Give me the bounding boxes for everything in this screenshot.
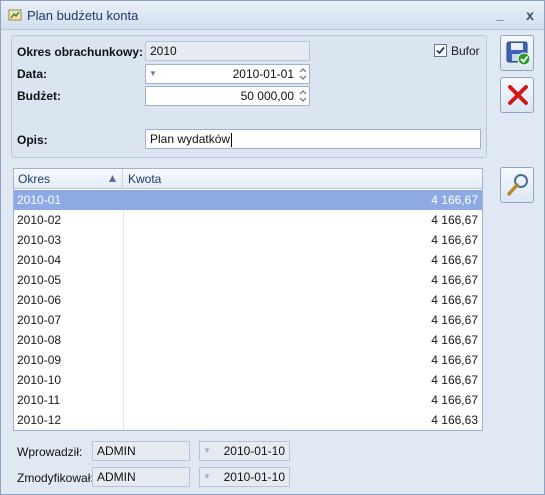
cell-kwota: 4 166,67 [431, 333, 478, 347]
zmodyfikowal-user: ADMIN [97, 470, 136, 484]
data-date-picker[interactable]: ▼ 2010-01-01 [145, 64, 310, 84]
save-icon [506, 41, 531, 66]
opis-value: Plan wydatków [150, 132, 231, 146]
opis-label: Opis: [17, 133, 48, 147]
window-title: Plan budżetu konta [27, 8, 139, 23]
cell-kwota: 4 166,67 [431, 273, 478, 287]
cell-okres: 2010-01 [14, 190, 124, 210]
chevron-down-icon: ▼ [203, 472, 211, 481]
budzet-value: 50 000,00 [240, 89, 294, 103]
table-row[interactable]: 2010-02 4 166,67 [14, 210, 482, 230]
table-header: Okres Kwota [14, 169, 482, 189]
cell-okres: 2010-11 [14, 390, 124, 410]
cell-okres: 2010-07 [14, 310, 124, 330]
wprowadzil-date: 2010-01-10 [223, 444, 285, 458]
header-panel: Okres obrachunkowy: 2010 Bufor Data: ▼ 2… [11, 35, 487, 158]
table-row[interactable]: 2010-05 4 166,67 [14, 270, 482, 290]
cell-okres: 2010-08 [14, 330, 124, 350]
cell-okres: 2010-10 [14, 370, 124, 390]
table-row[interactable]: 2010-04 4 166,67 [14, 250, 482, 270]
column-header-kwota[interactable]: Kwota [124, 169, 482, 189]
cell-kwota: 4 166,67 [431, 193, 478, 207]
table-row[interactable]: 2010-08 4 166,67 [14, 330, 482, 350]
wprowadzil-label: Wprowadził: [17, 445, 83, 459]
save-button[interactable] [500, 35, 534, 71]
cell-okres: 2010-02 [14, 210, 124, 230]
column-header-okres[interactable]: Okres [14, 169, 123, 189]
zmodyfikowal-label: Zmodyfikował: [17, 471, 94, 485]
cell-kwota: 4 166,67 [431, 253, 478, 267]
magnifier-icon [507, 174, 528, 196]
sort-ascending-icon [109, 175, 116, 182]
chevron-down-icon[interactable]: ▼ [149, 65, 159, 83]
opis-input[interactable]: Plan wydatków [145, 129, 481, 149]
cell-kwota: 4 166,67 [431, 293, 478, 307]
budget-periods-table[interactable]: Okres Kwota 2010-01 4 166,67 2010-02 4 166,… [13, 168, 483, 431]
budzet-input[interactable]: 50 000,00 [145, 86, 310, 106]
bufor-label: Bufor [451, 44, 480, 58]
okres-field: 2010 [145, 41, 310, 61]
cell-okres: 2010-12 [14, 410, 124, 430]
wprowadzil-user-field: ADMIN [92, 441, 190, 461]
zmodyfikowal-user-field: ADMIN [92, 467, 190, 487]
table-row[interactable]: 2010-06 4 166,67 [14, 290, 482, 310]
cell-kwota: 4 166,63 [431, 413, 478, 427]
budzet-spin-icon[interactable] [298, 88, 308, 104]
cell-okres: 2010-06 [14, 290, 124, 310]
bufor-check-icon [434, 44, 447, 57]
minimize-button[interactable]: _ [490, 6, 510, 24]
table-row[interactable]: 2010-11 4 166,67 [14, 390, 482, 410]
table-row[interactable]: 2010-03 4 166,67 [14, 230, 482, 250]
okres-value: 2010 [150, 44, 177, 58]
column-kwota-label: Kwota [128, 172, 162, 186]
okres-label: Okres obrachunkowy: [17, 45, 144, 59]
table-row[interactable]: 2010-09 4 166,67 [14, 350, 482, 370]
data-value: 2010-01-01 [232, 67, 294, 81]
text-caret [231, 132, 233, 147]
column-okres-label: Okres [18, 172, 51, 186]
title-bar[interactable]: Plan budżetu konta _ x [1, 1, 544, 30]
chevron-down-icon: ▼ [203, 446, 211, 455]
cell-kwota: 4 166,67 [431, 233, 478, 247]
data-spin-icon[interactable] [298, 66, 308, 82]
data-label: Data: [17, 67, 48, 81]
cell-kwota: 4 166,67 [431, 393, 478, 407]
cell-kwota: 4 166,67 [431, 313, 478, 327]
table-row[interactable]: 2010-10 4 166,67 [14, 370, 482, 390]
cell-kwota: 4 166,67 [431, 373, 478, 387]
budzet-label: Budżet: [17, 89, 61, 103]
zmodyfikowal-date: 2010-01-10 [223, 470, 285, 484]
table-row[interactable]: 2010-01 4 166,67 [14, 190, 482, 210]
wprowadzil-date-field: ▼ 2010-01-10 [199, 441, 290, 461]
cell-okres: 2010-09 [14, 350, 124, 370]
app-icon [8, 8, 22, 22]
close-window-button[interactable]: x [520, 6, 540, 24]
wprowadzil-user: ADMIN [97, 444, 136, 458]
table-row[interactable]: 2010-07 4 166,67 [14, 310, 482, 330]
table-body: 2010-01 4 166,67 2010-02 4 166,67 2010-03 4 1… [14, 190, 482, 430]
preview-button[interactable] [500, 167, 534, 203]
cell-okres: 2010-03 [14, 230, 124, 250]
table-row[interactable]: 2010-12 4 166,63 [14, 410, 482, 430]
cell-kwota: 4 166,67 [431, 353, 478, 367]
zmodyfikowal-date-field: ▼ 2010-01-10 [199, 467, 290, 487]
cell-okres: 2010-04 [14, 250, 124, 270]
cell-kwota: 4 166,67 [431, 213, 478, 227]
cell-okres: 2010-05 [14, 270, 124, 290]
cancel-button[interactable] [500, 77, 534, 113]
budget-plan-window: Plan budżetu konta _ x Okres obrachunkow… [0, 0, 545, 495]
cancel-icon [508, 85, 528, 105]
